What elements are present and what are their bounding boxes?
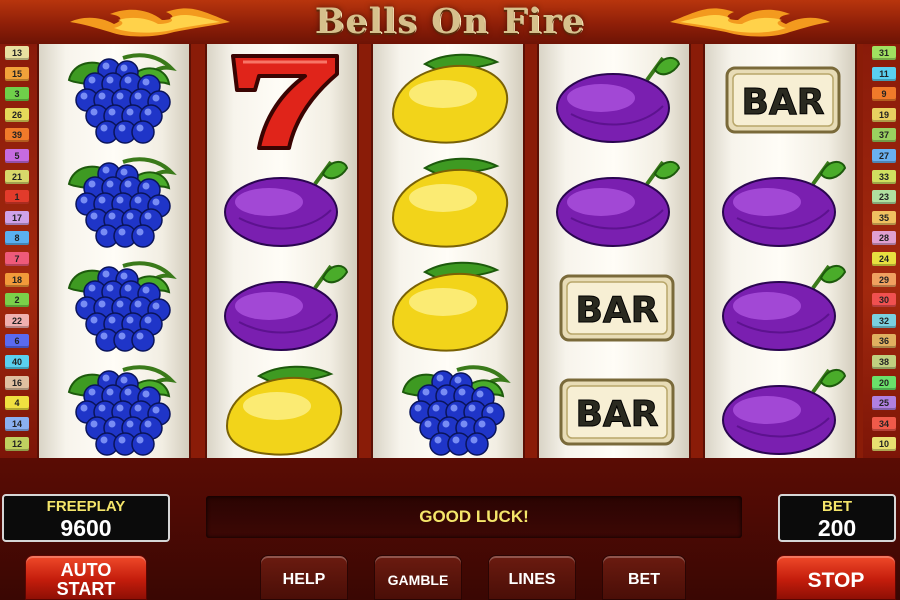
payline-indicator: 5 <box>5 149 29 163</box>
payline-indicator: 38 <box>872 355 896 369</box>
reel-5: BAR <box>703 44 857 458</box>
payline-indicator: 9 <box>872 87 896 102</box>
lemon-icon <box>385 258 515 358</box>
payline-indicator: 3 <box>5 87 29 102</box>
payline-indicator: 29 <box>872 272 896 287</box>
svg-text:BAR: BAR <box>741 82 824 123</box>
stop-label: STOP <box>807 569 865 592</box>
grapes-icon <box>51 50 181 150</box>
bet-button-label: BET <box>628 571 660 588</box>
payline-indicator: 32 <box>872 313 896 328</box>
payline-indicator: 34 <box>872 416 896 431</box>
gamble-button[interactable]: GAMBLE <box>374 555 462 600</box>
freeplay-panel: FREEPLAY 9600 <box>2 494 170 542</box>
plum-icon <box>717 258 847 358</box>
left-payline-indicators: 13 15 3 26 39 5 21 1 17 8 7 18 2 22 6 40 16 4 14 12 <box>4 44 30 458</box>
payline-indicator: 15 <box>5 66 29 81</box>
bet-panel: BET 200 <box>778 494 896 542</box>
plum-icon <box>219 258 349 358</box>
lemon-icon <box>385 50 515 150</box>
bar-icon: BAR <box>717 50 847 150</box>
payline-indicator: 2 <box>5 293 29 308</box>
payline-indicator: 31 <box>872 46 896 60</box>
payline-indicator: 20 <box>872 375 896 390</box>
grapes-icon <box>385 362 515 458</box>
plum-icon <box>717 154 847 254</box>
payline-indicator: 26 <box>5 107 29 122</box>
slot-machine-screen: Bells On Fire 13 15 3 26 39 5 21 1 17 8 7 18 2 22 6 40 1… <box>0 0 900 600</box>
plum-icon <box>219 154 349 254</box>
right-flame-icon <box>670 8 830 37</box>
svg-text:BAR: BAR <box>575 290 658 331</box>
right-payline-indicators: 31 11 9 19 37 27 33 23 35 28 24 29 30 32 36 38 20 25 34 10 <box>871 44 897 458</box>
payline-indicator: 6 <box>5 334 29 349</box>
payline-indicator: 37 <box>872 128 896 143</box>
help-button[interactable]: HELP <box>260 555 348 600</box>
payline-indicator: 12 <box>5 437 29 452</box>
freeplay-value: 9600 <box>60 515 112 541</box>
bet-label: BET <box>822 498 852 515</box>
grapes-icon <box>51 154 181 254</box>
help-label: HELP <box>282 571 326 588</box>
bet-button[interactable]: BET <box>602 555 686 600</box>
payline-indicator: 17 <box>5 210 29 225</box>
payline-indicator: 10 <box>872 437 896 452</box>
lemon-icon <box>385 154 515 254</box>
auto-start-line1: AUTO <box>60 560 112 580</box>
payline-indicator: 33 <box>872 169 896 184</box>
payline-indicator: 7 <box>5 252 29 266</box>
reel-1 <box>37 44 191 458</box>
plum-icon <box>551 154 681 254</box>
plum-icon <box>551 50 681 150</box>
lines-label: LINES <box>508 571 556 588</box>
bar-icon: BAR <box>551 362 681 458</box>
payline-indicator: 25 <box>872 396 896 411</box>
freeplay-label: FREEPLAY <box>46 498 126 515</box>
payline-indicator: 19 <box>872 107 896 122</box>
payline-indicator: 18 <box>5 272 29 287</box>
seven-icon <box>219 50 349 150</box>
bet-value: 200 <box>817 515 857 541</box>
payline-indicator: 8 <box>5 231 29 246</box>
payline-indicator: 39 <box>5 128 29 143</box>
gamble-label: GAMBLE <box>387 572 449 588</box>
payline-indicator: 24 <box>872 252 896 266</box>
svg-text:BAR: BAR <box>575 394 658 435</box>
payline-indicator: 27 <box>872 149 896 163</box>
grapes-icon <box>51 258 181 358</box>
lines-button[interactable]: LINES <box>488 555 576 600</box>
reel-2 <box>205 44 359 458</box>
auto-start-line2: START <box>56 579 116 599</box>
auto-start-button[interactable]: AUTO START <box>25 555 147 600</box>
payline-indicator: 23 <box>872 190 896 205</box>
payline-indicator: 14 <box>5 416 29 431</box>
plum-icon <box>717 362 847 458</box>
bar-icon: BAR <box>551 258 681 358</box>
reel-area: BAR BAR BAR <box>37 44 863 458</box>
payline-indicator: 40 <box>5 355 29 369</box>
payline-indicator: 22 <box>5 313 29 328</box>
reel-4: BAR BAR <box>537 44 691 458</box>
grapes-icon <box>51 362 181 458</box>
reel-3 <box>371 44 525 458</box>
payline-indicator: 30 <box>872 293 896 308</box>
payline-indicator: 4 <box>5 396 29 411</box>
payline-indicator: 13 <box>5 46 29 60</box>
payline-indicator: 21 <box>5 169 29 184</box>
lemon-icon <box>219 362 349 458</box>
header-bar: Bells On Fire <box>0 0 900 44</box>
payline-indicator: 16 <box>5 375 29 390</box>
payline-indicator: 1 <box>5 190 29 205</box>
message-display: GOOD LUCK! <box>206 496 742 538</box>
stop-button[interactable]: STOP <box>776 555 896 600</box>
payline-indicator: 28 <box>872 231 896 246</box>
payline-indicator: 35 <box>872 210 896 225</box>
payline-indicator: 36 <box>872 334 896 349</box>
payline-indicator: 11 <box>872 66 896 81</box>
